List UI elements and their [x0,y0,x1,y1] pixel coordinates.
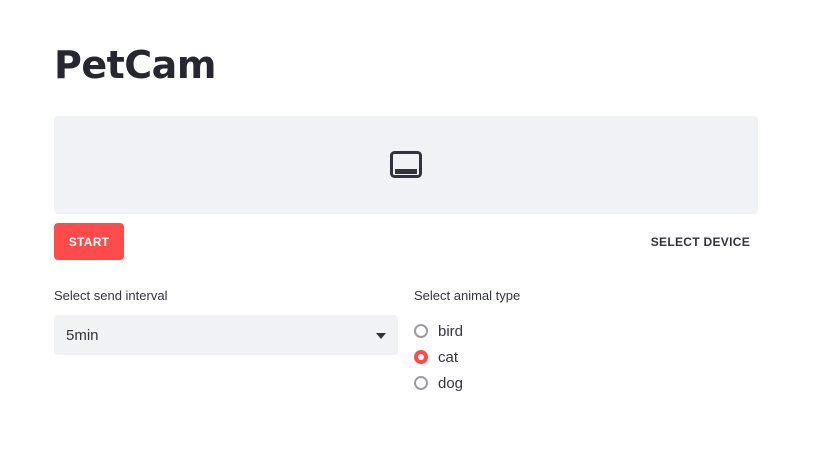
interval-select[interactable]: 5min [54,315,398,355]
page-title: PetCam [54,43,216,87]
radio-button[interactable] [414,376,428,390]
webcam-icon [390,151,422,179]
radio-option-dog[interactable]: dog [414,370,463,396]
radio-label: cat [438,348,459,366]
radio-button[interactable] [414,350,428,364]
interval-field: Select send interval 5min [54,288,398,355]
animal-label: Select animal type [414,288,521,303]
select-device-button[interactable]: SELECT DEVICE [651,223,750,260]
animal-radio-group: bird cat dog [414,318,463,396]
radio-label: dog [438,374,464,392]
video-preview [54,116,758,214]
radio-label: bird [438,322,464,340]
radio-option-cat[interactable]: cat [414,344,463,370]
chevron-down-icon [376,326,386,344]
radio-option-bird[interactable]: bird [414,318,463,344]
animal-field: Select animal type bird cat dog [414,288,758,392]
radio-button[interactable] [414,324,428,338]
interval-label: Select send interval [54,288,168,303]
interval-selected-value: 5min [66,326,99,344]
start-button[interactable]: START [54,223,124,260]
